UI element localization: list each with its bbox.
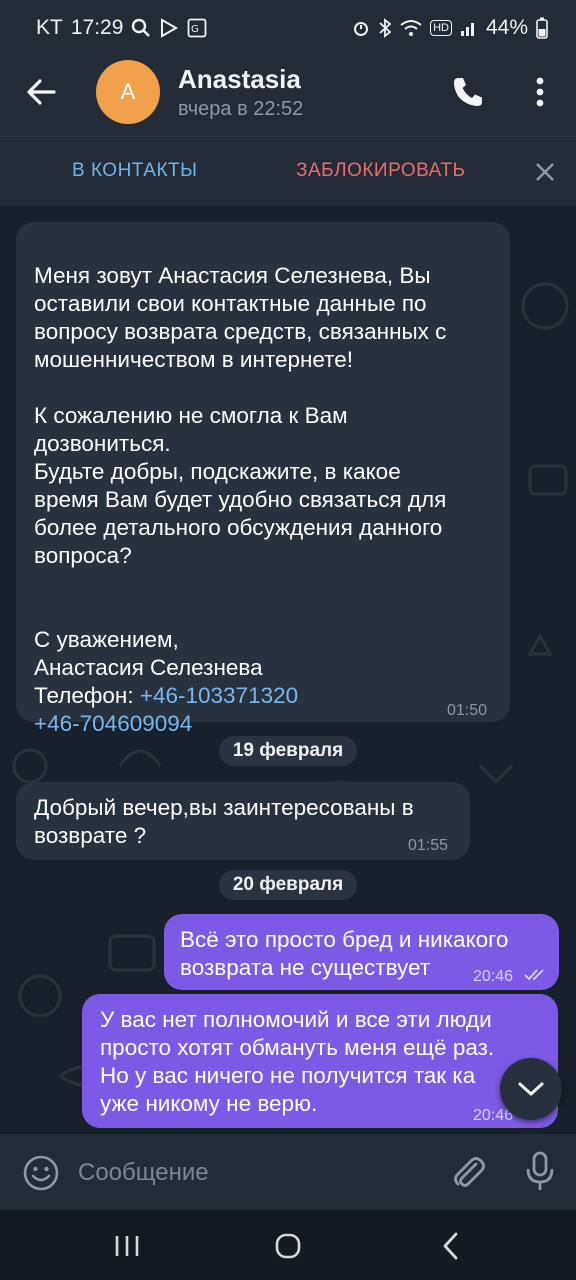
last-seen-status: вчера в 22:52 (178, 98, 304, 120)
play-store-icon (161, 18, 179, 38)
translate-icon: G (188, 18, 207, 38)
clock: 17:29 (70, 16, 124, 39)
chevron-down-icon (518, 1082, 544, 1096)
message-composer (0, 1134, 576, 1210)
message-time: 01:55 (408, 837, 449, 854)
back-arrow-icon[interactable] (24, 74, 60, 110)
chat-header: A Anastasia вчера в 22:52 (0, 56, 576, 136)
microphone-icon[interactable] (522, 1150, 558, 1192)
bluetooth-icon (379, 18, 392, 38)
date-separator: 20 февраля (219, 870, 357, 900)
message-time: 01:50 (447, 702, 488, 719)
message-bubble[interactable]: Меня зовут Анастасия Селезнева, Вы остав… (16, 222, 510, 736)
close-icon[interactable] (530, 157, 560, 187)
paperclip-icon[interactable] (448, 1152, 488, 1192)
status-left: KT 17:29 G (36, 16, 207, 40)
message-bubble[interactable]: Всё это просто бред и никакого возврата … (164, 914, 559, 990)
read-checkmarks-icon (524, 969, 544, 981)
status-bar: KT 17:29 G HD 44% (0, 0, 576, 56)
message-bubble[interactable]: У вас нет полномочий и все эти люди прос… (82, 994, 558, 1128)
wifi-icon (400, 20, 422, 36)
message-bubble[interactable]: Добрый вечер,вы заинтересованы в возврат… (16, 782, 470, 860)
battery-icon (536, 17, 548, 39)
scroll-to-bottom-button[interactable] (500, 1058, 562, 1120)
message-text: Добрый вечер,вы заинтересованы в возврат… (34, 795, 414, 848)
phone-link[interactable]: +46-103371320 (140, 683, 298, 708)
svg-text:G: G (191, 24, 199, 35)
alarm-icon (354, 22, 369, 36)
battery-percent: 44% (485, 16, 528, 39)
chat-messages-area[interactable]: Меня зовут Анастасия Селезнева, Вы остав… (0, 206, 576, 1134)
message-input[interactable] (76, 1152, 440, 1194)
message-text: Меня зовут Анастасия Селезнева, Вы остав… (34, 263, 447, 680)
contact-name[interactable]: Anastasia (178, 64, 301, 95)
search-icon (132, 18, 151, 37)
avatar[interactable]: A (96, 60, 160, 124)
more-options-icon[interactable] (524, 74, 556, 110)
home-icon[interactable] (274, 1232, 302, 1260)
signal-icon (460, 23, 474, 36)
recent-apps-icon[interactable] (112, 1232, 142, 1260)
hd-badge: HD (430, 20, 452, 36)
message-time: 20:46 (473, 968, 514, 985)
block-user-button[interactable]: ЗАБЛОКИРОВАТЬ (296, 160, 465, 182)
system-back-icon[interactable] (438, 1230, 464, 1262)
phone-call-icon[interactable] (450, 74, 486, 110)
system-navigation-bar (0, 1210, 576, 1280)
add-to-contacts-button[interactable]: В КОНТАКТЫ (72, 160, 197, 182)
date-separator: 19 февраля (219, 736, 357, 766)
emoji-icon[interactable] (22, 1154, 60, 1192)
contact-action-bar: В КОНТАКТЫ ЗАБЛОКИРОВАТЬ (0, 136, 576, 207)
carrier-label: KT (36, 16, 63, 39)
phone-link[interactable]: +46-704609094 (34, 711, 192, 736)
status-right: HD 44% (352, 16, 548, 40)
phone-label: Телефон: (34, 683, 140, 708)
